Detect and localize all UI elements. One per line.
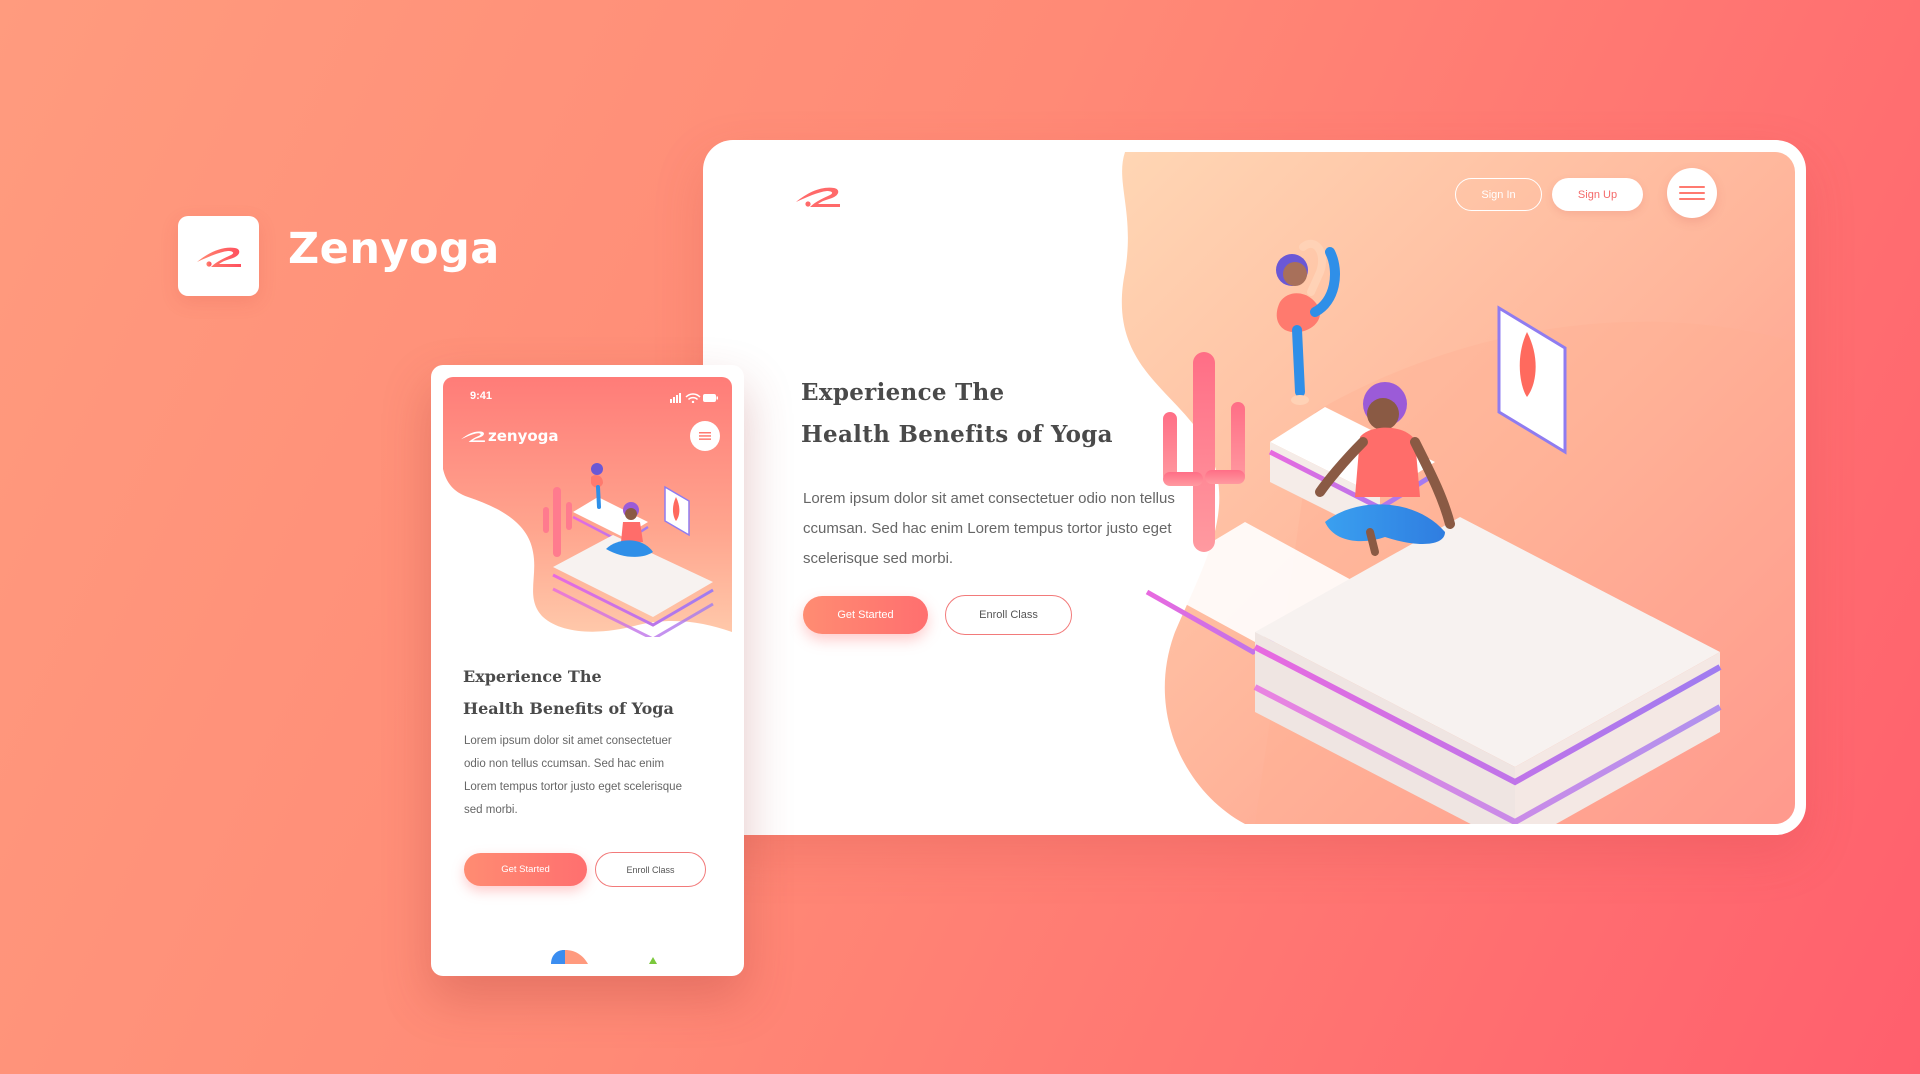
mobile-hero-title-line: Health Benefits of Yoga — [463, 699, 674, 718]
hero-title-line: Health Benefits of Yoga — [801, 421, 1113, 448]
brand-name: Zenyoga — [288, 224, 500, 274]
mobile-mockup: 9:41 zenyoga Experience The Health Benef… — [431, 365, 744, 976]
hero-title-line: Experience The — [801, 379, 1005, 406]
mobile-get-started-button[interactable]: Get Started — [464, 853, 587, 886]
mobile-screen: 9:41 zenyoga Experience The Health Benef… — [443, 377, 732, 964]
mobile-hero-title-line: Experience The — [463, 667, 602, 686]
zenyoga-logo-icon — [196, 247, 241, 267]
get-started-button[interactable]: Get Started — [803, 596, 928, 634]
zenyoga-logo-icon — [796, 187, 840, 207]
hero-text-line: Lorem ipsum dolor sit amet consectetuer … — [803, 490, 1175, 507]
signal-icon — [670, 393, 681, 403]
hamburger-icon — [699, 432, 711, 440]
status-icons — [670, 390, 718, 408]
desktop-screen: Sign In Sign Up Experience The Health Be… — [715, 152, 1795, 824]
mobile-hero-text-line: Lorem tempus tortor justo eget scelerisq… — [464, 781, 682, 793]
hamburger-icon — [1679, 186, 1705, 200]
mobile-brand[interactable]: zenyoga — [460, 427, 559, 445]
desktop-logo[interactable] — [793, 182, 843, 215]
mobile-menu-button[interactable] — [690, 421, 720, 451]
mobile-hero-text-line: Lorem ipsum dolor sit amet consectetuer — [464, 735, 672, 747]
sign-in-button[interactable]: Sign In — [1455, 178, 1542, 211]
mobile-hero-text-line: odio non tellus ccumsan. Sed hac enim — [464, 758, 665, 770]
hero-text-line: scelerisque sed morbi. — [803, 550, 954, 567]
battery-icon — [703, 394, 718, 402]
hero-title: Experience The Health Benefits of Yoga — [801, 372, 1113, 456]
zenyoga-logo-icon — [461, 431, 485, 442]
mobile-hero-text-line: sed morbi. — [464, 804, 518, 816]
desktop-mockup: Sign In Sign Up Experience The Health Be… — [703, 140, 1806, 835]
mobile-hero-description: Lorem ipsum dolor sit amet consectetuer … — [464, 730, 716, 822]
wifi-icon — [685, 393, 701, 404]
hero-description: Lorem ipsum dolor sit amet consectetuer … — [803, 484, 1223, 574]
hero-text-line: ccumsan. Sed hac enim Lorem tempus torto… — [803, 520, 1172, 537]
sign-up-button[interactable]: Sign Up — [1552, 178, 1643, 211]
status-time: 9:41 — [470, 390, 493, 402]
mobile-next-section-preview — [551, 950, 657, 964]
enroll-class-button[interactable]: Enroll Class — [945, 595, 1072, 635]
mobile-hero-title: Experience The Health Benefits of Yoga — [463, 661, 674, 725]
mobile-yoga-illustration — [443, 377, 732, 637]
menu-button[interactable] — [1667, 168, 1717, 218]
brand-logo-tile — [178, 216, 259, 296]
mobile-brand-name: zenyoga — [488, 427, 559, 445]
mobile-enroll-class-button[interactable]: Enroll Class — [595, 852, 706, 887]
